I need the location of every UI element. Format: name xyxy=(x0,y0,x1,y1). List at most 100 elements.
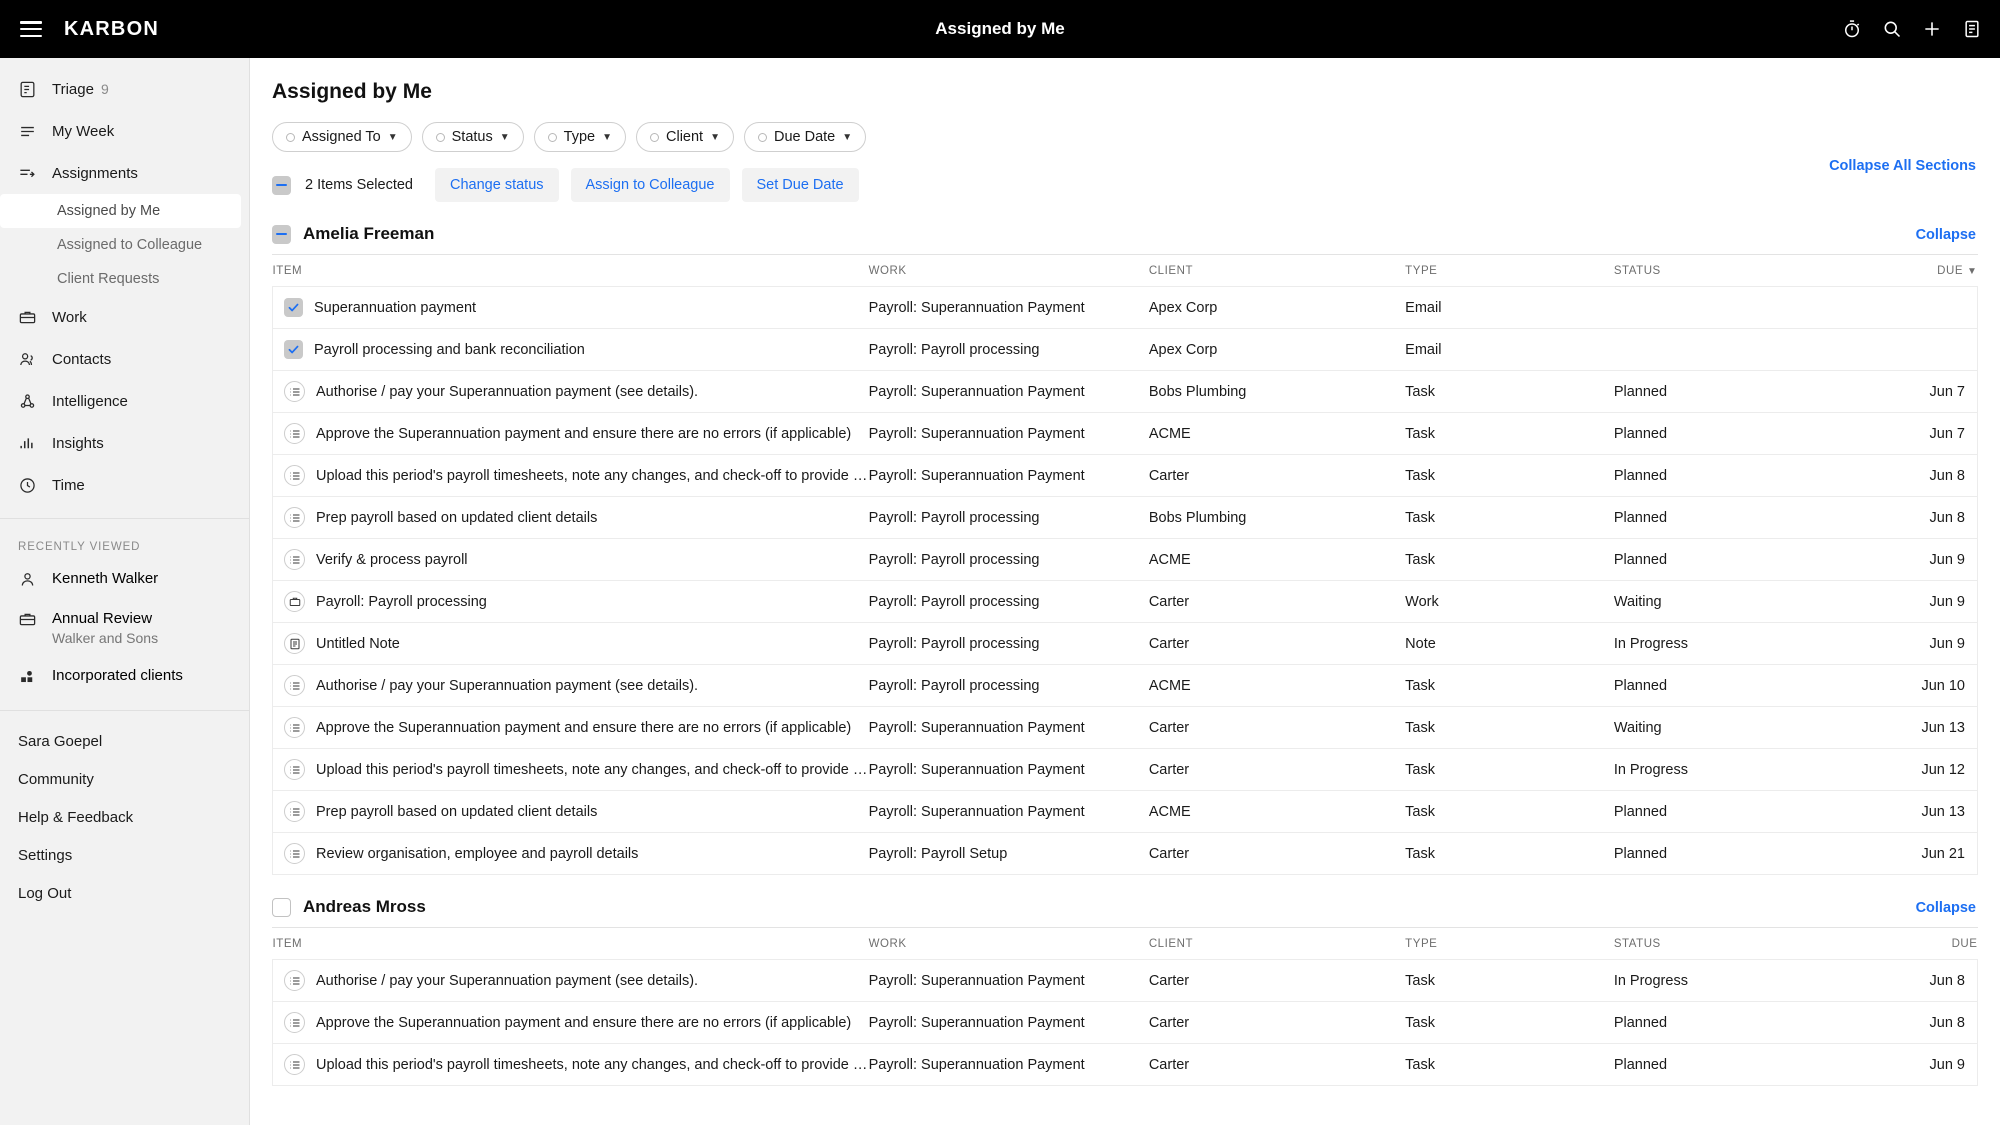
hamburger-icon[interactable] xyxy=(20,21,42,37)
cell-due[interactable] xyxy=(1870,328,1979,371)
sidebar-item-insights[interactable]: Insights xyxy=(0,422,249,464)
cell-due[interactable]: Jun 9 xyxy=(1870,538,1979,581)
task-icon[interactable] xyxy=(284,675,305,696)
task-icon[interactable] xyxy=(284,801,305,822)
table-row[interactable]: Upload this period's payroll timesheets,… xyxy=(271,1043,1979,1086)
cell-status[interactable]: Planned xyxy=(1613,454,1871,497)
recent-item-incorporated-clients[interactable]: Incorporated clients xyxy=(0,658,249,698)
cell-due[interactable]: Jun 9 xyxy=(1870,1043,1979,1086)
sidebar-item-user-profile[interactable]: Sara Goepel xyxy=(0,723,249,761)
plus-icon[interactable] xyxy=(1922,19,1942,39)
briefcase-icon[interactable] xyxy=(284,591,305,612)
recent-item-kenneth-walker[interactable]: Kenneth Walker xyxy=(0,561,249,601)
sidebar-item-contacts[interactable]: Contacts xyxy=(0,338,249,380)
cell-due[interactable]: Jun 8 xyxy=(1870,454,1979,497)
sidebar-item-my-week[interactable]: My Week xyxy=(0,110,249,152)
cell-due[interactable]: Jun 7 xyxy=(1870,370,1979,413)
table-row[interactable]: Upload this period's payroll timesheets,… xyxy=(271,454,1979,497)
row-checkbox[interactable] xyxy=(284,340,303,359)
table-row[interactable]: Upload this period's payroll timesheets,… xyxy=(271,748,1979,791)
column-header-status[interactable]: STATUS xyxy=(1614,928,1870,960)
filter-assigned-to[interactable]: Assigned To ▼ xyxy=(272,122,412,152)
task-icon[interactable] xyxy=(284,549,305,570)
cell-due[interactable]: Jun 8 xyxy=(1870,959,1979,1002)
cell-due[interactable]: Jun 13 xyxy=(1870,790,1979,833)
task-icon[interactable] xyxy=(284,759,305,780)
task-icon[interactable] xyxy=(284,507,305,528)
filter-type[interactable]: Type ▼ xyxy=(533,122,626,152)
table-row[interactable]: Superannuation payment Payroll: Superannu… xyxy=(271,286,1979,329)
collapse-all-sections-link[interactable]: Collapse All Sections xyxy=(1829,158,1976,174)
cell-status[interactable] xyxy=(1613,328,1871,371)
task-icon[interactable] xyxy=(284,423,305,444)
table-row[interactable]: Review organisation, employee and payrol… xyxy=(271,832,1979,875)
cell-due[interactable]: Jun 10 xyxy=(1870,664,1979,707)
cell-status[interactable]: Waiting xyxy=(1613,580,1871,623)
cell-due[interactable]: Jun 8 xyxy=(1870,496,1979,539)
cell-due[interactable]: Jun 12 xyxy=(1870,748,1979,791)
set-due-date-button[interactable]: Set Due Date xyxy=(741,168,859,202)
sidebar-item-triage[interactable]: Triage 9 xyxy=(0,68,249,110)
filter-due-date[interactable]: Due Date ▼ xyxy=(743,122,867,152)
table-row[interactable]: Approve the Superannuation payment and e… xyxy=(271,1001,1979,1044)
table-row[interactable]: Verify & process payroll Payroll: Payroll… xyxy=(271,538,1979,581)
cell-due[interactable]: Jun 13 xyxy=(1870,706,1979,749)
sidebar-item-log-out[interactable]: Log Out xyxy=(0,875,249,913)
cell-status[interactable]: Planned xyxy=(1613,832,1871,875)
cell-status[interactable]: In Progress xyxy=(1613,748,1871,791)
cell-status[interactable]: Planned xyxy=(1613,412,1871,455)
table-row[interactable]: Payroll: Payroll processing Payroll: Payr… xyxy=(271,580,1979,623)
note-icon[interactable] xyxy=(284,633,305,654)
table-row[interactable]: Authorise / pay your Superannuation paym… xyxy=(271,959,1979,1002)
filter-status[interactable]: Status ▼ xyxy=(421,122,524,152)
cell-due[interactable]: Jun 7 xyxy=(1870,412,1979,455)
task-icon[interactable] xyxy=(284,717,305,738)
task-icon[interactable] xyxy=(284,381,305,402)
task-icon[interactable] xyxy=(284,970,305,991)
cell-status[interactable]: Waiting xyxy=(1613,706,1871,749)
sidebar-item-community[interactable]: Community xyxy=(0,761,249,799)
recent-item-annual-review[interactable]: Annual Review Walker and Sons xyxy=(0,601,249,658)
sidebar-item-settings[interactable]: Settings xyxy=(0,837,249,875)
sidebar-item-intelligence[interactable]: Intelligence xyxy=(0,380,249,422)
table-row[interactable]: Authorise / pay your Superannuation paym… xyxy=(271,664,1979,707)
column-header-client[interactable]: CLIENT xyxy=(1149,255,1405,287)
table-row[interactable]: Prep payroll based on updated client det… xyxy=(271,496,1979,539)
notes-icon[interactable] xyxy=(1962,19,1982,39)
row-checkbox[interactable] xyxy=(284,298,303,317)
filter-client[interactable]: Client ▼ xyxy=(636,122,734,152)
sidebar-item-client-requests[interactable]: Client Requests xyxy=(0,262,249,296)
sidebar-item-help-feedback[interactable]: Help & Feedback xyxy=(0,799,249,837)
cell-status[interactable] xyxy=(1613,286,1871,329)
cell-status[interactable]: Planned xyxy=(1613,370,1871,413)
table-row[interactable]: Untitled Note Payroll: Payroll processing… xyxy=(271,622,1979,665)
sidebar-item-work[interactable]: Work xyxy=(0,296,249,338)
timer-icon[interactable] xyxy=(1842,19,1862,39)
table-row[interactable]: Approve the Superannuation payment and e… xyxy=(271,706,1979,749)
section-collapse-link[interactable]: Collapse xyxy=(1916,900,1976,916)
column-header-item[interactable]: ITEM xyxy=(273,255,869,287)
cell-status[interactable]: Planned xyxy=(1613,790,1871,833)
cell-status[interactable]: Planned xyxy=(1613,1043,1871,1086)
assign-to-colleague-button[interactable]: Assign to Colleague xyxy=(570,168,730,202)
cell-status[interactable]: Planned xyxy=(1613,1001,1871,1044)
task-icon[interactable] xyxy=(284,1054,305,1075)
cell-due[interactable]: Jun 21 xyxy=(1870,832,1979,875)
cell-status[interactable]: In Progress xyxy=(1613,959,1871,1002)
sidebar-item-time[interactable]: Time xyxy=(0,464,249,506)
section-collapse-link[interactable]: Collapse xyxy=(1916,227,1976,243)
column-header-due[interactable]: DUE xyxy=(1870,928,1977,960)
cell-status[interactable]: Planned xyxy=(1613,664,1871,707)
column-header-client[interactable]: CLIENT xyxy=(1149,928,1405,960)
search-icon[interactable] xyxy=(1882,19,1902,39)
cell-status[interactable]: Planned xyxy=(1613,538,1871,581)
sidebar-item-assigned-to-colleague[interactable]: Assigned to Colleague xyxy=(0,228,249,262)
cell-due[interactable]: Jun 9 xyxy=(1870,580,1979,623)
cell-due[interactable] xyxy=(1870,286,1979,329)
sidebar-item-assignments[interactable]: Assignments xyxy=(0,152,249,194)
section-select-checkbox[interactable] xyxy=(272,224,291,244)
column-header-type[interactable]: TYPE xyxy=(1405,928,1614,960)
cell-status[interactable]: Planned xyxy=(1613,496,1871,539)
column-header-due[interactable]: DUE ▼ xyxy=(1870,255,1977,287)
column-header-work[interactable]: WORK xyxy=(869,928,1149,960)
